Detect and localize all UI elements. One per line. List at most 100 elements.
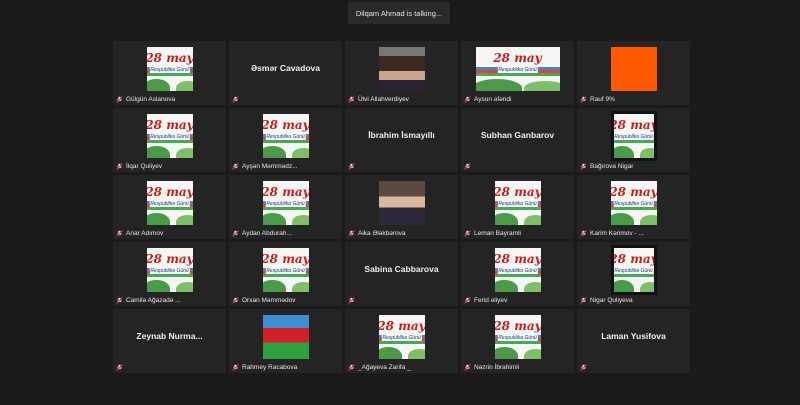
- participant-name-bar: Ayşən Məmmədz...: [232, 161, 339, 171]
- video-camera-thumbnail: [378, 181, 425, 225]
- poster-subtitle-text: Respublika Günü: [613, 268, 654, 274]
- participant-name-label: Camilə Ağazadə ...: [126, 296, 181, 304]
- participant-name-bar: [580, 362, 687, 372]
- poster-date-text: 28 may: [493, 51, 542, 65]
- muted-mic-icon: [116, 95, 123, 103]
- participant-name-label: Leman Bayramli: [474, 229, 521, 237]
- participant-tile[interactable]: Aika Ələkbərova: [345, 175, 458, 239]
- participant-name-label: Aika Ələkbərova: [358, 229, 406, 237]
- participant-name-label: Nəzrin İbrahimli: [474, 363, 520, 371]
- participant-name-bar: Rahmey Racabova: [232, 362, 339, 372]
- participant-tile[interactable]: 28 may Respublika Günü Camilə Ağazadə ...: [113, 242, 226, 306]
- video-poster-thumbnail: 28 may Respublika Günü: [262, 181, 309, 225]
- poster-subtitle-text: Respublika Günü: [265, 134, 306, 140]
- participant-tile[interactable]: 28 may Respublika Günü Ferid əliyev: [461, 242, 574, 306]
- video-poster-thumbnail: 28 may Respublika Günü: [494, 248, 541, 292]
- participant-name-bar: Aysun əfəndi: [464, 94, 571, 104]
- poster-date-text: 28 may: [494, 252, 541, 266]
- participant-name-label: Ayşən Məmmədz...: [242, 162, 298, 170]
- poster-subtitle-text: Respublika Günü: [149, 67, 190, 73]
- participant-tile[interactable]: Əsmər Cavadova: [229, 41, 342, 105]
- participant-name-bar: Rauf 9%: [580, 94, 687, 104]
- participant-tile[interactable]: 28 may Respublika Günü _Ağayeva Zarifa _: [345, 309, 458, 373]
- poster-subtitle-text: Respublika Günü: [497, 268, 538, 274]
- participant-tile[interactable]: Zeynab Nurma...: [113, 309, 226, 373]
- active-speaker-text: Dilqam Ahmad is talking...: [355, 8, 443, 18]
- participant-tile[interactable]: Ülvi Allahverdiyev: [345, 41, 458, 105]
- muted-mic-icon: [580, 95, 587, 103]
- participant-tile[interactable]: 28 may Respublika Günü Aydan Abdurah...: [229, 175, 342, 239]
- participant-tile[interactable]: 28 may Respublika Günü Ayşən Məmmədz...: [229, 108, 342, 172]
- participant-tile[interactable]: Sabina Cabbarova: [345, 242, 458, 306]
- participant-name-label: Ülvi Allahverdiyev: [358, 95, 409, 103]
- muted-mic-icon: [348, 95, 355, 103]
- muted-mic-icon: [232, 363, 239, 371]
- poster-date-text: 28 may: [610, 185, 657, 199]
- poster-date-text: 28 may: [494, 319, 541, 333]
- poster-date-text: 28 may: [146, 51, 193, 65]
- active-speaker-banner: Dilqam Ahmad is talking...: [348, 2, 450, 24]
- participant-name-bar: Ülvi Allahverdiyev: [348, 94, 455, 104]
- poster-subtitle-text: Respublika Günü: [149, 268, 190, 274]
- muted-mic-icon: [580, 229, 587, 237]
- participant-tile[interactable]: 28 may Respublika Günü Leman Bayramli: [461, 175, 574, 239]
- participant-tile[interactable]: 28 may Respublika Günü Gülgün Aslanova: [113, 41, 226, 105]
- participant-name-bar: Ferid əliyev: [464, 295, 571, 305]
- participant-name-label: Bağırova Nigar: [590, 162, 634, 170]
- video-poster-thumbnail: 28 may Respublika Günü: [613, 114, 654, 158]
- video-poster-thumbnail: 28 may Respublika Günü: [262, 248, 309, 292]
- participant-name-bar: Nəzrin İbrahimli: [464, 362, 571, 372]
- participant-tile[interactable]: 28 may Respublika Günü Bağırova Nigar: [577, 108, 690, 172]
- participant-tile[interactable]: 28 may Respublika Günü Aysun əfəndi: [461, 41, 574, 105]
- participant-display-name: Laman Yusifova: [601, 331, 666, 341]
- participant-name-label: Nigar Quliyeva: [590, 296, 633, 304]
- participant-name-label: Ferid əliyev: [474, 296, 508, 304]
- poster-date-text: 28 may: [614, 252, 654, 266]
- participant-tile[interactable]: 28 may Respublika Günü Nigar Quliyeva: [577, 242, 690, 306]
- participant-name-label: Anar Adımov: [126, 229, 164, 237]
- poster-subtitle-text: Respublika Günü: [613, 134, 654, 140]
- participant-name-bar: Karim Kərimov - ...: [580, 228, 687, 238]
- poster-date-text: 28 may: [262, 252, 309, 266]
- poster-date-text: 28 may: [378, 319, 425, 333]
- participant-tile[interactable]: 28 may Respublika Günü Nəzrin İbrahimli: [461, 309, 574, 373]
- muted-mic-icon: [580, 162, 587, 170]
- participant-tile[interactable]: Rahmey Racabova: [229, 309, 342, 373]
- muted-mic-icon: [580, 363, 587, 371]
- video-orange-thumbnail: [610, 47, 657, 91]
- video-poster-thumbnail: 28 may Respublika Günü: [146, 248, 193, 292]
- video-poster-thumbnail: 28 may Respublika Günü: [262, 114, 309, 158]
- participant-tile[interactable]: İbrahim İsmayıllı: [345, 108, 458, 172]
- participant-tile[interactable]: 28 may Respublika Günü İlqar Quliyev: [113, 108, 226, 172]
- video-camera-thumbnail: [378, 47, 425, 91]
- muted-mic-icon: [116, 363, 123, 371]
- poster-subtitle-text: Respublika Günü: [497, 201, 538, 207]
- participant-name-label: Aysun əfəndi: [474, 95, 512, 103]
- muted-mic-icon: [348, 296, 355, 304]
- participant-name-label: Rauf 9%: [590, 95, 615, 103]
- muted-mic-icon: [232, 95, 239, 103]
- participant-tile[interactable]: 28 may Respublika Günü Karim Kərimov - ..…: [577, 175, 690, 239]
- poster-subtitle-text: Respublika Günü: [149, 201, 190, 207]
- muted-mic-icon: [464, 296, 471, 304]
- poster-subtitle-text: Respublika Günü: [497, 335, 538, 341]
- participant-display-name: Subhan Ganbarov: [480, 130, 555, 140]
- video-poster-thumbnail: 28 may Respublika Günü: [610, 181, 657, 225]
- participant-name-label: İlqar Quliyev: [126, 162, 163, 170]
- poster-date-text: 28 may: [146, 252, 193, 266]
- participant-tile[interactable]: 28 may Respublika Günü Anar Adımov: [113, 175, 226, 239]
- muted-mic-icon: [116, 229, 123, 237]
- participant-tile[interactable]: Laman Yusifova: [577, 309, 690, 373]
- participant-gallery: 28 may Respublika Günü Gülgün Aslanova Əsm…: [113, 41, 690, 373]
- poster-subtitle-text: Respublika Günü: [265, 268, 306, 274]
- participant-tile[interactable]: Subhan Ganbarov: [461, 108, 574, 172]
- video-poster-thumbnail: 28 may Respublika Günü: [494, 181, 541, 225]
- participant-name-label: Gülgün Aslanova: [126, 95, 176, 103]
- participant-name-bar: [464, 161, 571, 171]
- participant-tile[interactable]: 28 may Respublika Günü Orxan Məmmədov: [229, 242, 342, 306]
- participant-name-label: Orxan Məmmədov: [242, 296, 296, 304]
- muted-mic-icon: [116, 296, 123, 304]
- muted-mic-icon: [232, 229, 239, 237]
- participant-tile[interactable]: Rauf 9%: [577, 41, 690, 105]
- video-poster-thumbnail: 28 may Respublika Günü: [494, 315, 541, 359]
